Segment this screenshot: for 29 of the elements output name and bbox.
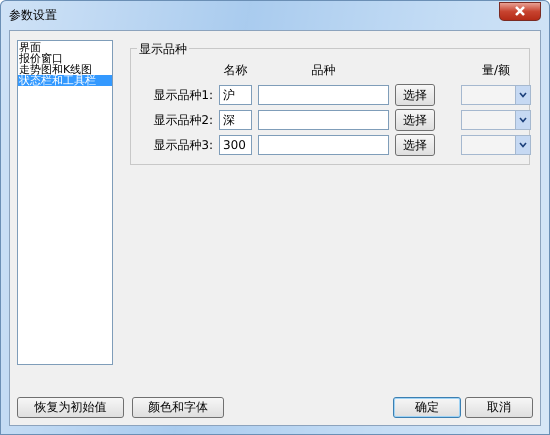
variety-field[interactable] xyxy=(258,85,389,105)
row-label: 显示品种1: xyxy=(152,86,213,104)
dialog-button[interactable]: 取消 xyxy=(465,397,533,418)
select-button[interactable]: 选择 xyxy=(395,84,435,106)
row-label: 显示品种2: xyxy=(152,112,213,128)
select-button[interactable]: 选择 xyxy=(395,134,435,156)
name-field[interactable]: 300 xyxy=(219,135,252,155)
group-title: 显示品种 xyxy=(137,41,189,58)
dialog-button[interactable]: 确定 xyxy=(393,397,461,418)
column-header: 品种 xyxy=(310,62,336,79)
volume-dropdown[interactable] xyxy=(461,110,531,130)
window-title: 参数设置 xyxy=(9,7,57,24)
category-item[interactable]: 报价窗口 xyxy=(18,53,112,64)
category-item[interactable]: 走势图和K线图 xyxy=(18,64,112,75)
name-field[interactable]: 沪 xyxy=(219,85,252,105)
variety-field[interactable] xyxy=(258,110,389,130)
close-button[interactable] xyxy=(499,2,541,20)
column-header: 量/额 xyxy=(480,62,512,79)
volume-dropdown[interactable] xyxy=(461,85,531,105)
row-label: 显示品种3: xyxy=(152,136,213,154)
volume-dropdown[interactable] xyxy=(461,135,531,155)
dialog-button[interactable]: 颜色和字体 xyxy=(132,397,224,418)
category-item[interactable]: 界面 xyxy=(18,42,112,53)
dialog-button[interactable]: 恢复为初始值 xyxy=(17,397,124,418)
variety-field[interactable] xyxy=(258,135,389,155)
close-icon xyxy=(514,6,526,16)
column-header: 名称 xyxy=(222,62,248,79)
name-field[interactable]: 深 xyxy=(219,110,252,130)
select-button[interactable]: 选择 xyxy=(395,109,435,131)
